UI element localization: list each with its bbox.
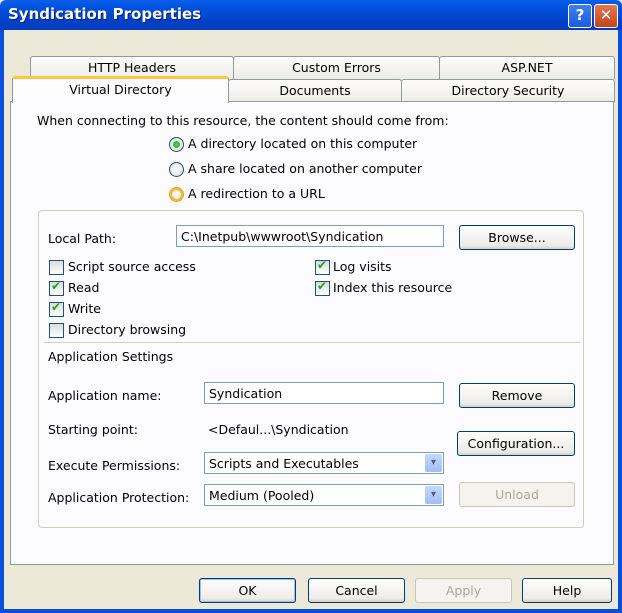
execute-permissions-dropdown[interactable]: Scripts and Executables ▾ [204,452,444,474]
application-protection-value: Medium (Pooled) [209,488,315,503]
apply-button[interactable]: Apply [415,578,512,603]
title-bar[interactable]: Syndication Properties ? ✕ [0,0,622,30]
local-path-label: Local Path: [48,231,117,246]
radio-url-redirect-label[interactable]: A redirection to a URL [188,186,325,201]
properties-dialog: Syndication Properties ? ✕ HTTP Headers … [0,0,622,613]
read-checkbox[interactable] [49,279,64,296]
group-separator [44,342,580,343]
starting-point-label: Starting point: [48,422,138,437]
application-protection-label: Application Protection: [48,490,190,505]
ok-button[interactable]: OK [199,578,296,603]
tab-documents[interactable]: Documents [228,79,402,102]
index-resource-label[interactable]: Index this resource [333,280,452,295]
read-label[interactable]: Read [68,280,99,295]
application-name-label: Application name: [48,388,162,403]
directory-browsing-checkbox[interactable] [49,323,64,338]
tab-custom-errors[interactable]: Custom Errors [233,56,440,79]
close-icon[interactable]: ✕ [594,4,618,28]
browse-button[interactable]: Browse... [459,225,575,250]
directory-browsing-label[interactable]: Directory browsing [68,322,186,337]
index-resource-checkbox[interactable] [315,279,330,296]
tab-asp-net[interactable]: ASP.NET [439,56,615,79]
radio-local-directory[interactable] [169,137,184,152]
tab-virtual-directory[interactable]: Virtual Directory [12,76,229,103]
cancel-button[interactable]: Cancel [308,578,405,603]
chevron-down-icon[interactable]: ▾ [425,454,442,472]
content-source-prompt: When connecting to this resource, the co… [37,113,449,128]
settings-group-box [38,210,584,528]
remove-button[interactable]: Remove [459,383,575,408]
window-frame-bottom [0,609,622,613]
help-icon[interactable]: ? [568,4,592,28]
configuration-button[interactable]: Configuration... [457,431,575,456]
write-label[interactable]: Write [68,301,101,316]
radio-network-share[interactable] [169,162,184,177]
window-frame-left [0,30,4,613]
local-path-field[interactable]: C:\Inetpub\wwwroot\Syndication [176,225,444,247]
script-source-label[interactable]: Script source access [68,259,196,274]
chevron-down-icon[interactable]: ▾ [425,486,442,504]
execute-permissions-label: Execute Permissions: [48,458,181,473]
starting-point-value: <Defaul...\Syndication [208,422,349,437]
radio-local-directory-label[interactable]: A directory located on this computer [188,136,417,151]
unload-button[interactable]: Unload [459,482,575,507]
execute-permissions-value: Scripts and Executables [209,456,359,471]
script-source-checkbox[interactable] [49,260,64,275]
radio-url-redirect[interactable] [169,187,184,202]
log-visits-checkbox[interactable] [315,258,330,275]
write-checkbox[interactable] [49,300,64,317]
window-title: Syndication Properties [8,5,202,23]
radio-network-share-label[interactable]: A share located on another computer [188,161,422,176]
window-frame-right [618,30,622,613]
help-button[interactable]: Help [522,578,612,603]
log-visits-label[interactable]: Log visits [333,259,392,274]
application-protection-dropdown[interactable]: Medium (Pooled) ▾ [204,484,444,506]
application-settings-heading: Application Settings [48,349,174,364]
tab-directory-security[interactable]: Directory Security [401,79,615,102]
application-name-field[interactable]: Syndication [204,382,444,404]
